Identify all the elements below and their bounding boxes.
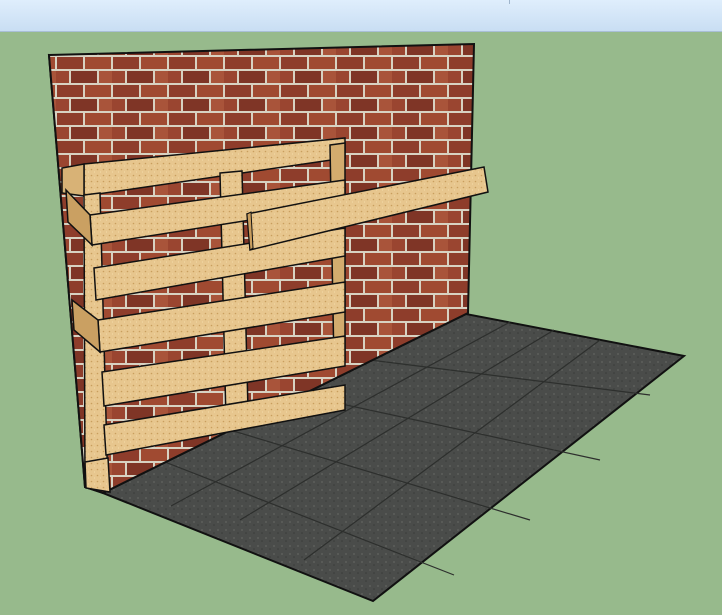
scene-canvas[interactable]: [0, 32, 722, 615]
sketchup-window: [0, 0, 722, 615]
toolbar-divider: [509, 0, 510, 4]
toolbar-strip: [0, 0, 722, 32]
model-viewport[interactable]: [0, 32, 722, 615]
